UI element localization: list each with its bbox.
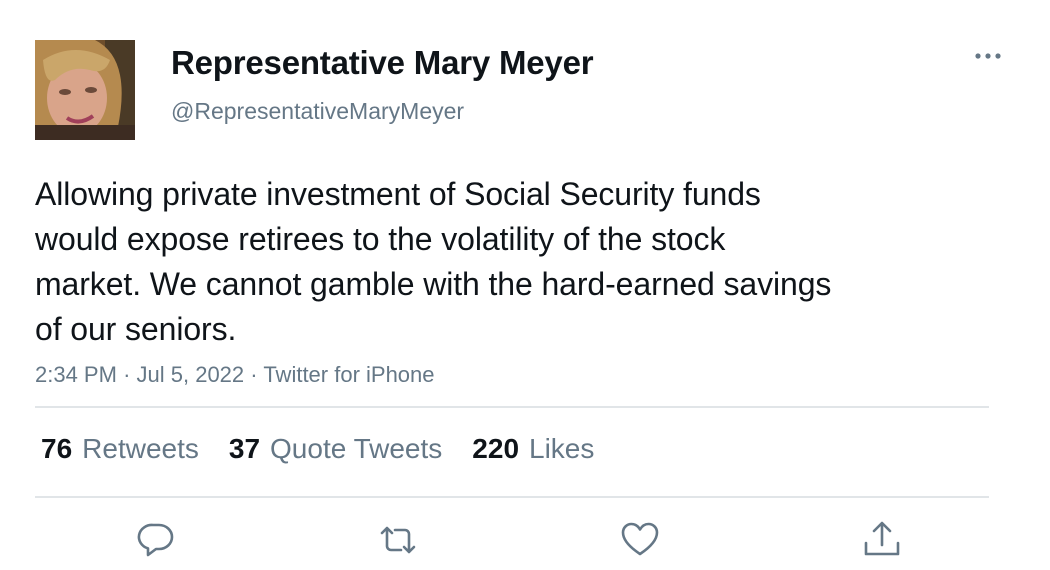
quote-tweets-label: Quote Tweets	[270, 433, 443, 464]
retweets-count: 76	[41, 433, 73, 464]
share-button[interactable]	[860, 518, 904, 562]
meta-separator: ·	[123, 362, 131, 387]
retweet-button[interactable]	[376, 518, 420, 562]
tweet-text: Allowing private investment of Social Se…	[35, 172, 995, 352]
user-handle[interactable]: @RepresentativeMaryMeyer	[171, 97, 464, 125]
tweet-text-line: would expose retirees to the volatility …	[35, 221, 726, 257]
tweet-text-line: market. We cannot gamble with the hard-e…	[35, 266, 832, 302]
avatar[interactable]	[35, 40, 135, 140]
quote-tweets-stat[interactable]: 37 Quote Tweets	[229, 432, 442, 466]
heart-icon	[621, 522, 659, 556]
tweet-source[interactable]: Twitter for iPhone	[263, 362, 434, 387]
tweet-date[interactable]: Jul 5, 2022	[137, 362, 245, 387]
reply-button[interactable]	[134, 518, 178, 562]
retweet-icon	[380, 526, 416, 554]
tweet-time[interactable]: 2:34 PM	[35, 362, 117, 387]
reply-icon	[137, 523, 174, 557]
tweet-stats: 76 Retweets 37 Quote Tweets 220 Likes	[41, 432, 594, 466]
like-button[interactable]	[618, 518, 662, 562]
more-options-button[interactable]	[968, 42, 1008, 70]
meta-separator: ·	[250, 362, 258, 387]
tweet-text-line: Allowing private investment of Social Se…	[35, 176, 761, 212]
retweets-stat[interactable]: 76 Retweets	[41, 432, 199, 466]
divider	[35, 406, 989, 408]
quote-tweets-count: 37	[228, 433, 261, 464]
divider	[35, 496, 989, 498]
tweet-meta: 2:34 PM · Jul 5, 2022 · Twitter for iPho…	[35, 361, 435, 389]
likes-stat[interactable]: 220 Likes	[472, 432, 594, 466]
more-dots-icon	[975, 53, 1001, 59]
share-icon	[864, 521, 900, 556]
retweets-label: Retweets	[82, 433, 199, 464]
likes-count: 220	[472, 433, 520, 464]
avatar-photo	[35, 40, 135, 140]
tweet-text-line: of our seniors.	[35, 311, 237, 347]
display-name[interactable]: Representative Mary Meyer	[171, 44, 594, 82]
likes-label: Likes	[529, 433, 595, 464]
